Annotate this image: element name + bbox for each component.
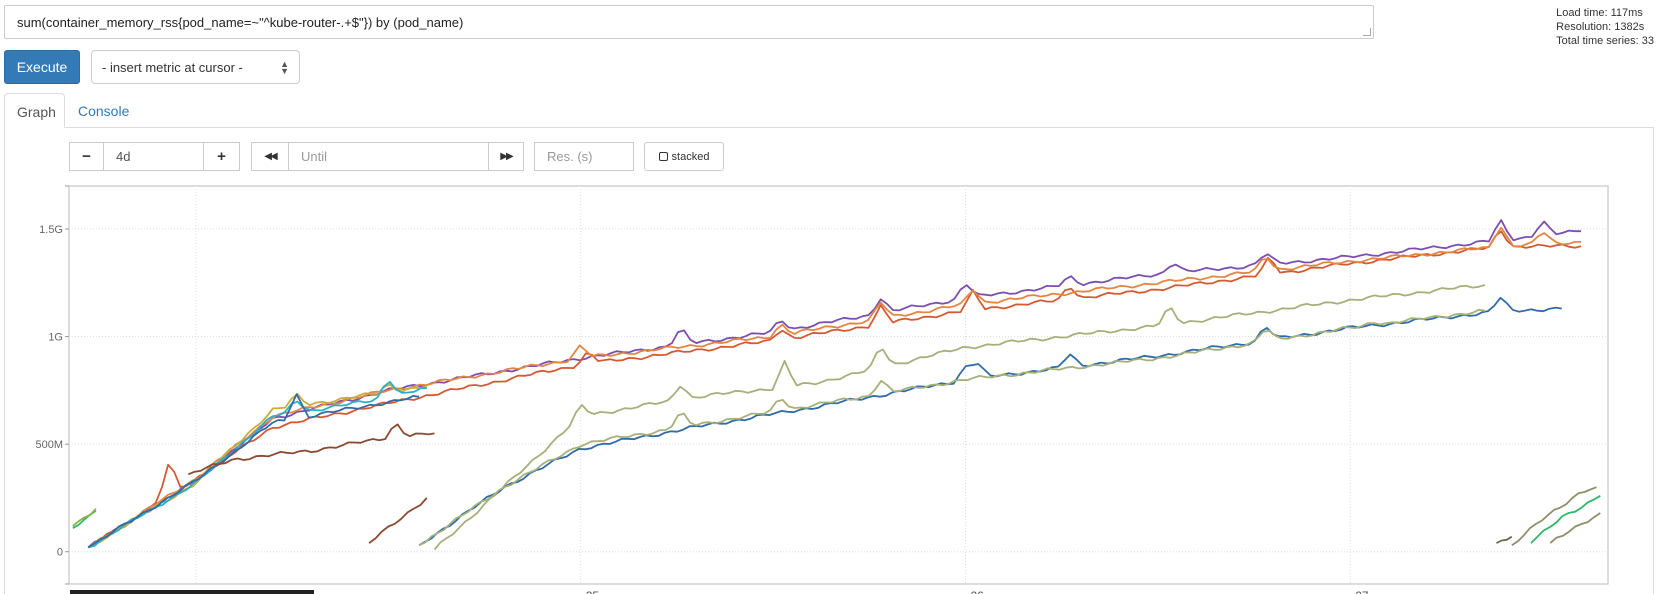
plot-area <box>68 185 1609 585</box>
series-line <box>87 226 1582 549</box>
y-tick-label: 0 <box>57 547 63 559</box>
x-tick-label: 26 <box>970 589 984 594</box>
series-line <box>433 284 1486 551</box>
series-line <box>187 423 435 476</box>
series-line <box>87 380 427 549</box>
series-line <box>87 219 1582 549</box>
series-line <box>418 296 1562 547</box>
memory-chart: 242526270500M1G1.5G <box>35 185 1609 594</box>
y-tick-label: 1.5G <box>39 224 63 236</box>
y-tick-label: 1G <box>48 332 63 344</box>
series-line <box>87 393 420 549</box>
series-line <box>87 383 428 549</box>
series-line <box>1511 486 1597 547</box>
series-line <box>72 508 97 527</box>
series-line <box>87 230 1582 549</box>
y-tick-label: 500M <box>35 439 63 451</box>
series-line <box>1549 512 1601 544</box>
series-line <box>1495 535 1513 544</box>
x-tick-label: 25 <box>586 589 600 594</box>
scroll-indicator <box>70 590 314 594</box>
x-tick-label: 27 <box>1355 589 1369 594</box>
series-line <box>368 497 428 544</box>
